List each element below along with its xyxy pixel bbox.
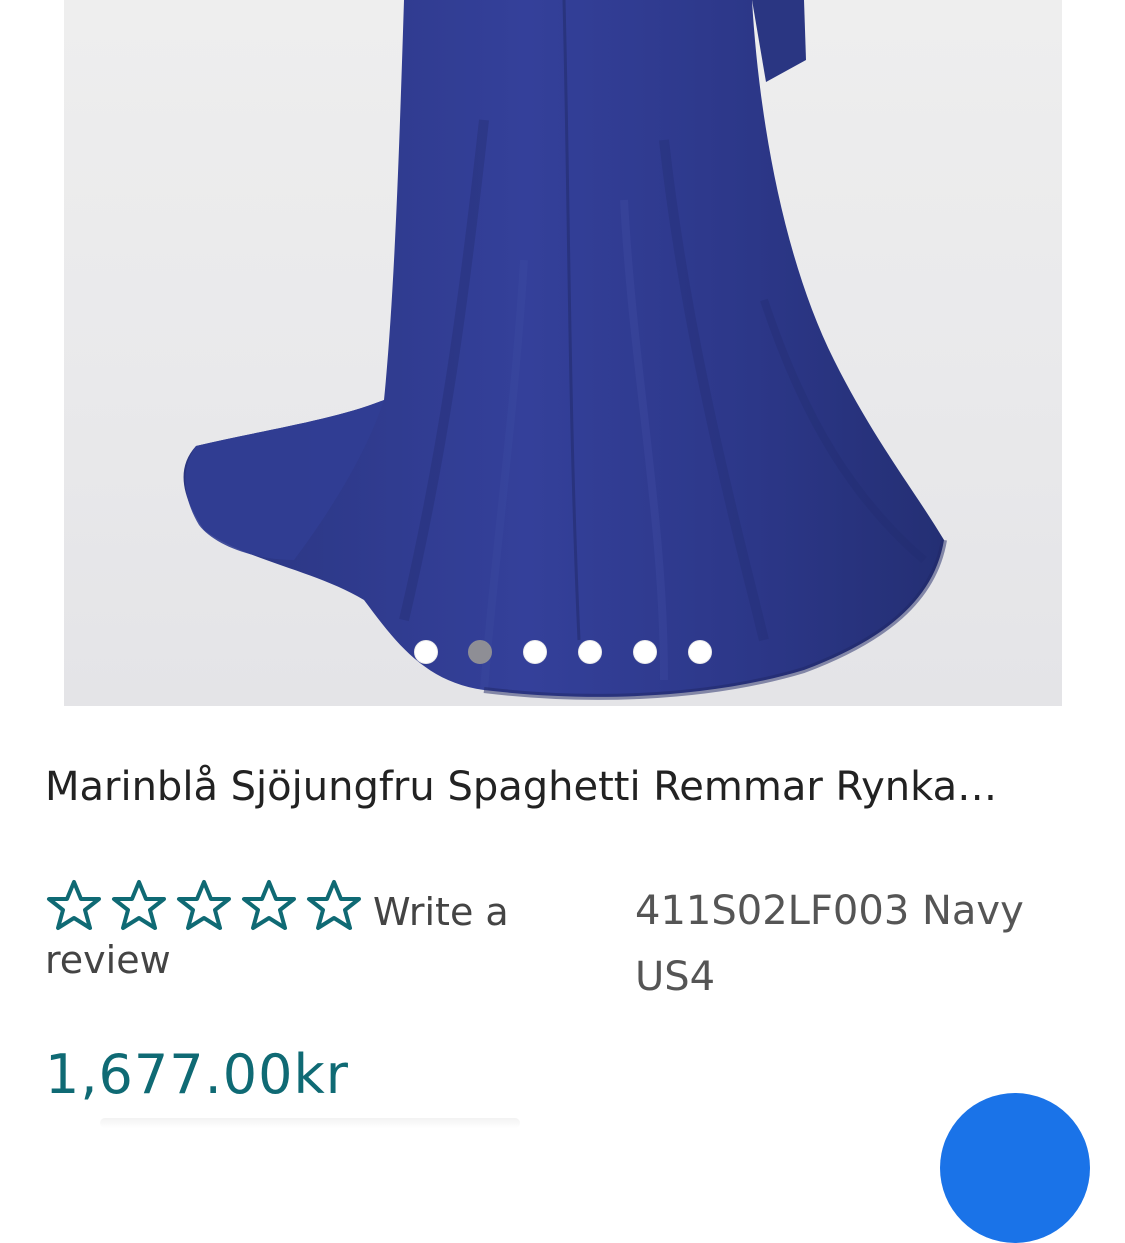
gallery-dot-1[interactable] [414, 640, 438, 664]
gallery-dot-6[interactable] [688, 640, 712, 664]
star-outline-icon [305, 878, 363, 934]
gallery-dot-4[interactable] [578, 640, 602, 664]
rating-block: Write a review [45, 878, 565, 982]
write-review-link[interactable]: Write a [373, 890, 509, 934]
gallery-dot-5[interactable] [633, 640, 657, 664]
star-outline-icon [110, 878, 168, 934]
floating-action-button[interactable] [940, 1093, 1090, 1243]
gallery-dot-2[interactable] [468, 640, 492, 664]
write-review-link-continued[interactable]: review [45, 938, 171, 982]
star-outline-icon [175, 878, 233, 934]
star-outline-icon [240, 878, 298, 934]
gallery-dot-3[interactable] [523, 640, 547, 664]
product-image-gallery[interactable] [64, 0, 1062, 706]
star-rating[interactable] [45, 878, 370, 934]
product-image [183, 0, 947, 700]
sku-size: US4 [635, 954, 716, 1000]
product-title: Marinblå Sjöjungfru Spaghetti Remmar Ryn… [45, 764, 998, 810]
star-outline-icon [45, 878, 103, 934]
product-sku: 411S02LF003 Navy US4 [635, 878, 1075, 1010]
gallery-pagination [64, 640, 1062, 666]
product-price: 1,677.00kr [45, 1043, 349, 1106]
sku-code: 411S02LF003 Navy [635, 888, 1024, 934]
divider [100, 1118, 520, 1128]
